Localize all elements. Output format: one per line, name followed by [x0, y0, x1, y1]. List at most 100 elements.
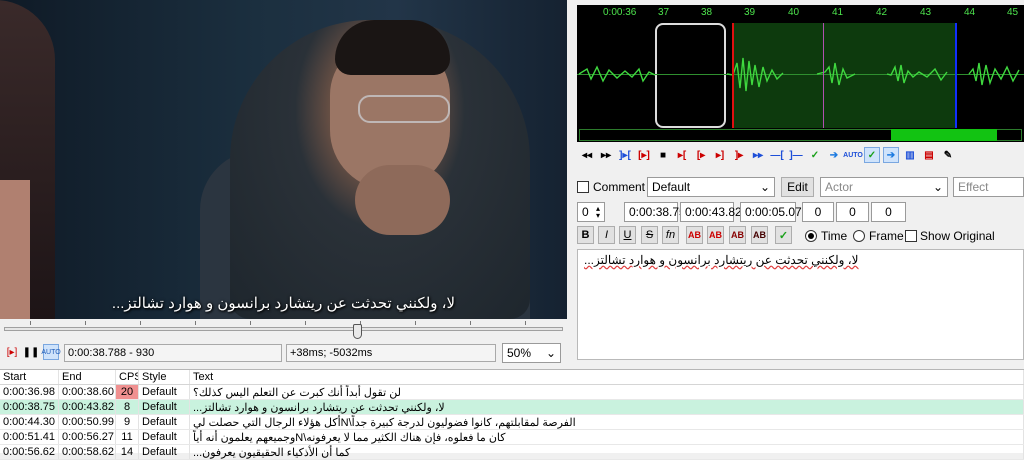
- start-time-field[interactable]: 0:00:38.75: [624, 202, 686, 222]
- margin-vertical-field[interactable]: 0: [871, 202, 906, 222]
- video-person-glasses: [358, 95, 450, 123]
- seek-thumb[interactable]: [353, 324, 362, 339]
- seek-track[interactable]: [4, 327, 563, 331]
- shadow-color-button[interactable]: AB: [751, 226, 768, 244]
- italic-button[interactable]: I: [598, 226, 615, 244]
- settings-icon[interactable]: ✎: [940, 147, 956, 163]
- auto-commit-icon[interactable]: AUTO: [843, 147, 863, 163]
- header-end[interactable]: End: [59, 370, 116, 384]
- waveform-scrollbar[interactable]: [577, 128, 1024, 142]
- underline-button[interactable]: U: [619, 226, 636, 244]
- auto-next-toggle-icon[interactable]: ➔: [883, 147, 899, 163]
- seek-tick: [250, 321, 251, 325]
- actor-placeholder: Actor: [825, 180, 854, 194]
- play-line-icon[interactable]: [▸]: [4, 344, 20, 360]
- duration-field[interactable]: 0:00:05.07: [740, 202, 802, 222]
- play-after-start-icon[interactable]: [▸: [693, 147, 709, 163]
- seek-tick: [195, 321, 196, 325]
- zoom-select[interactable]: 50% ⌄: [502, 343, 561, 363]
- ruler-label: 42: [876, 7, 888, 18]
- lead-out-icon[interactable]: ]—: [788, 147, 804, 163]
- subtitle-text: لا، ولكنني تحدثت عن ريتشارد برانسون و هو…: [584, 253, 859, 267]
- header-style[interactable]: Style: [139, 370, 190, 384]
- commit-icon[interactable]: ✓: [807, 147, 823, 163]
- layer-field[interactable]: 0 ▴ ▾: [577, 202, 605, 222]
- end-time-field[interactable]: 0:00:43.82: [680, 202, 742, 222]
- play-before-start-icon[interactable]: ▸[: [674, 147, 690, 163]
- stop-icon[interactable]: ■: [655, 147, 671, 163]
- previous-icon[interactable]: ◂◂: [579, 147, 595, 163]
- waveform-end-marker[interactable]: [955, 23, 957, 128]
- lead-in-icon[interactable]: —[: [769, 147, 785, 163]
- waveform-start-marker[interactable]: [732, 23, 734, 128]
- auto-scroll-icon[interactable]: AUTO: [41, 344, 61, 360]
- seek-tick: [85, 321, 86, 325]
- play-after-end-icon[interactable]: ]▸: [731, 147, 747, 163]
- bold-button[interactable]: B: [577, 226, 594, 244]
- next-icon[interactable]: ▸▸: [598, 147, 614, 163]
- commit-icon[interactable]: ✓: [775, 226, 792, 244]
- video-display[interactable]: لا، ولكنني تحدثت عن ريتشارد برانسون و هو…: [0, 0, 567, 319]
- table-row[interactable]: 0:00:51.41 0:00:56.27 11 Default كان ما …: [0, 430, 1024, 445]
- pause-icon[interactable]: ❚❚: [23, 344, 40, 360]
- comment-checkbox[interactable]: [577, 181, 589, 193]
- audio-waveform[interactable]: [577, 23, 1024, 128]
- frame-radio-group[interactable]: Frame: [853, 229, 904, 243]
- go-to-next-icon[interactable]: ➔: [826, 147, 842, 163]
- video-seek-bar[interactable]: [0, 319, 567, 341]
- waveform-scroll-thumb[interactable]: [891, 129, 997, 141]
- play-before-end-icon[interactable]: ▸]: [712, 147, 728, 163]
- chevron-down-icon: ⌄: [932, 180, 943, 194]
- show-original-group[interactable]: Show Original: [905, 229, 995, 243]
- auto-commit-toggle-icon[interactable]: ✓: [864, 147, 880, 163]
- layer-value: 0: [582, 205, 589, 219]
- time-radio-group[interactable]: Time: [805, 229, 847, 243]
- end-time-value: 0:00:43.82: [685, 205, 742, 219]
- cell-style: Default: [139, 385, 190, 399]
- margin-right-value: 0: [849, 205, 856, 219]
- cell-start: 0:00:38.75: [0, 400, 59, 414]
- table-row[interactable]: 0:00:44.30 0:00:50.99 9 Default الفرصة ل…: [0, 415, 1024, 430]
- karaoke-icon[interactable]: ▤: [921, 147, 937, 163]
- subtitle-grid[interactable]: Start End CPS Style Text 0:00:36.98 0:00…: [0, 369, 1024, 460]
- frame-radio[interactable]: [853, 230, 865, 242]
- secondary-color-button[interactable]: AB: [707, 226, 724, 244]
- cell-style: Default: [139, 445, 190, 459]
- primary-color-button[interactable]: AB: [686, 226, 703, 244]
- cell-end: 0:00:38.60: [59, 385, 116, 399]
- effect-field[interactable]: Effect: [953, 177, 1024, 197]
- cell-style: Default: [139, 400, 190, 414]
- spectrum-icon[interactable]: ▥: [902, 147, 918, 163]
- comment-checkbox-group[interactable]: Comment: [577, 180, 645, 194]
- play-selection-icon[interactable]: ]▸[: [617, 147, 633, 163]
- subtitle-text-editor[interactable]: لا، ولكنني تحدثت عن ريتشارد برانسون و هو…: [577, 249, 1024, 360]
- cell-start: 0:00:36.98: [0, 385, 59, 399]
- waveform-ruler[interactable]: 0:00:36 37 38 39 40 41 42 43 44 45: [577, 5, 1024, 23]
- audio-toolbar: ◂◂ ▸▸ ]▸[ [▸] ■ ▸[ [▸ ▸] ]▸ ▸▸ —[ ]— ✓ ➔…: [577, 145, 1024, 165]
- play-to-end-icon[interactable]: ▸▸: [750, 147, 766, 163]
- style-select[interactable]: Default ⌄: [647, 177, 775, 197]
- strikeout-button[interactable]: S: [641, 226, 658, 244]
- chevron-down-icon: ⌄: [759, 180, 770, 194]
- header-text[interactable]: Text: [190, 370, 1024, 384]
- video-timecode-field[interactable]: 0:00:38.788 - 930: [64, 344, 282, 362]
- font-button[interactable]: fn: [662, 226, 679, 244]
- margin-right-field[interactable]: 0: [836, 202, 869, 222]
- play-line-icon[interactable]: [▸]: [636, 147, 652, 163]
- header-cps[interactable]: CPS: [116, 370, 139, 384]
- edit-style-button[interactable]: Edit: [781, 177, 814, 197]
- time-radio[interactable]: [805, 230, 817, 242]
- header-start[interactable]: Start: [0, 370, 59, 384]
- margin-left-field[interactable]: 0: [802, 202, 834, 222]
- cell-cps: 14: [116, 445, 139, 459]
- show-original-checkbox[interactable]: [905, 230, 917, 242]
- waveform-playhead: [823, 23, 824, 128]
- cell-start: 0:00:56.62: [0, 445, 59, 459]
- table-row[interactable]: 0:00:38.75 0:00:43.82 8 Default لا، ولكن…: [0, 400, 1024, 415]
- actor-select[interactable]: Actor ⌄: [820, 177, 948, 197]
- cell-end: 0:00:58.62: [59, 445, 116, 459]
- spin-icon[interactable]: ▴ ▾: [596, 205, 600, 220]
- outline-color-button[interactable]: AB: [729, 226, 746, 244]
- table-row[interactable]: 0:00:36.98 0:00:38.60 20 Default لن تقول…: [0, 385, 1024, 400]
- cell-end: 0:00:50.99: [59, 415, 116, 429]
